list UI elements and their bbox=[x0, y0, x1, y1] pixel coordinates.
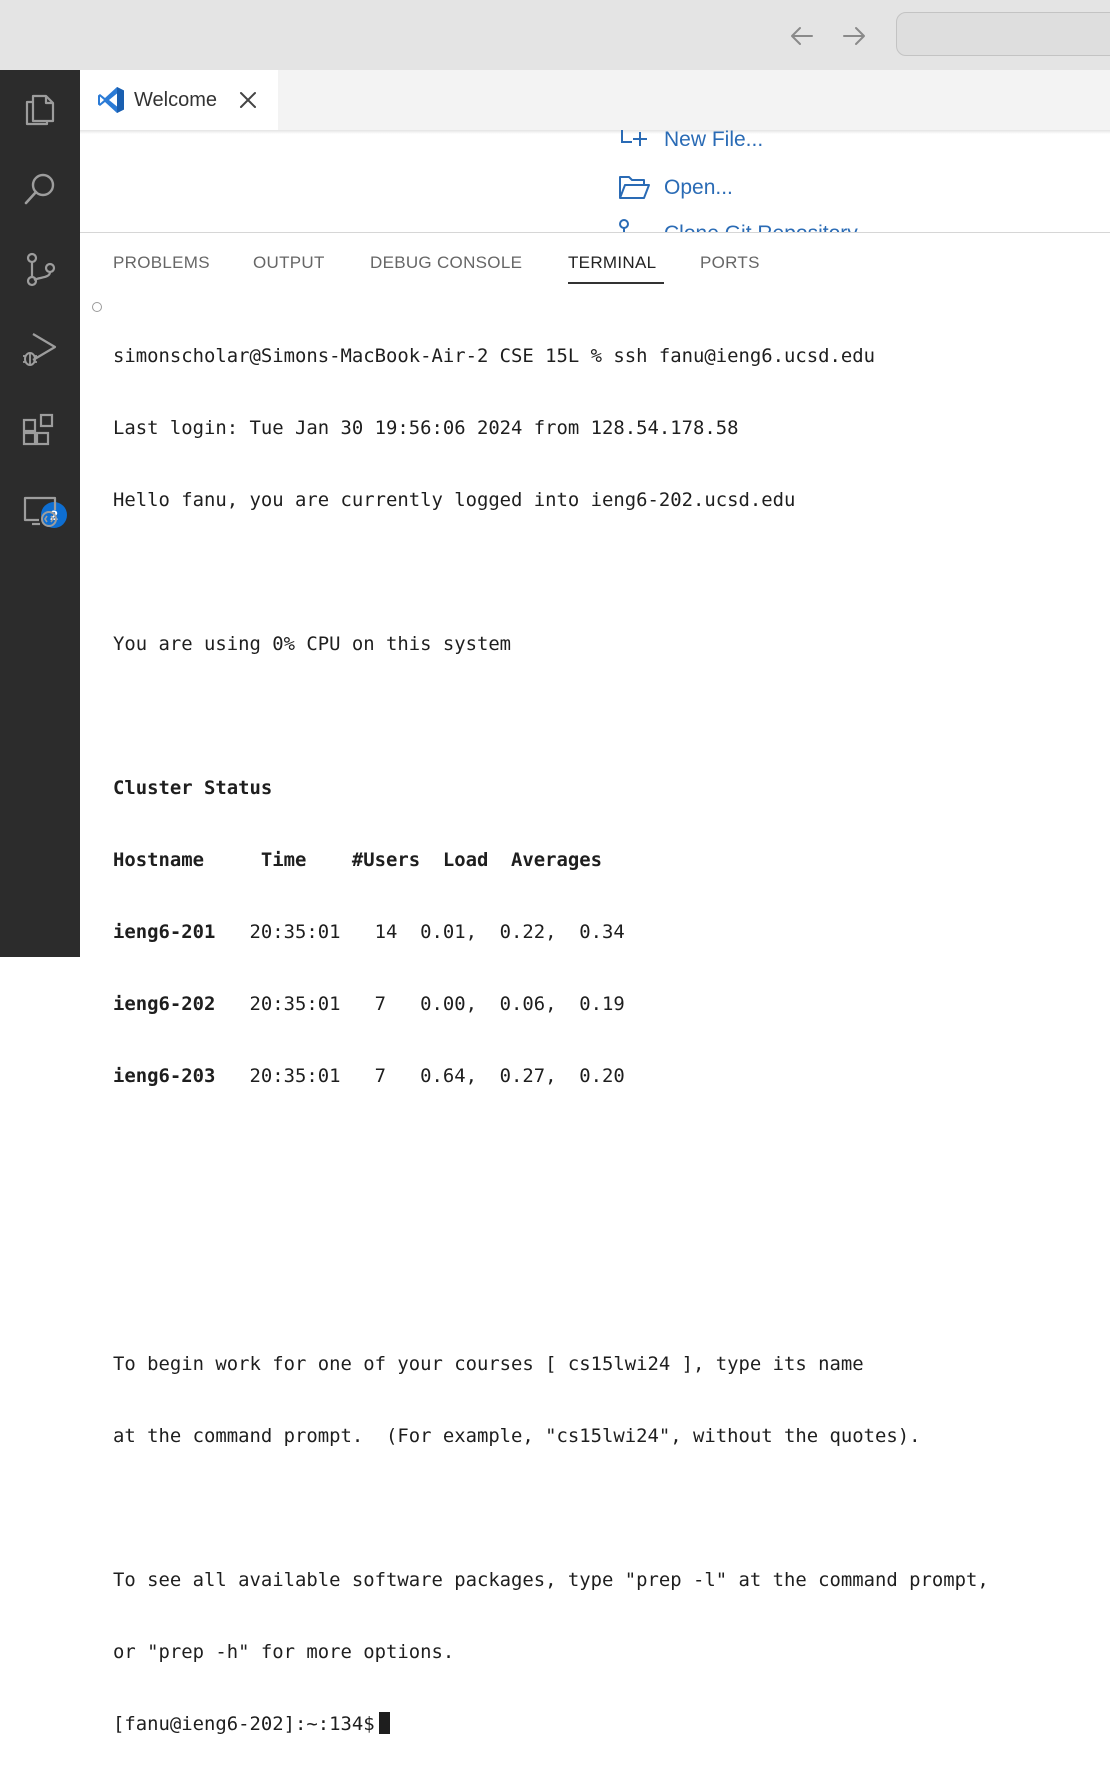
clone-repo-link[interactable]: Clone Git Repository... bbox=[618, 218, 874, 232]
terminal-line: or "prep -h" for more options. bbox=[113, 1641, 455, 1663]
terminal-blank bbox=[113, 1280, 989, 1304]
open-link[interactable]: Open... bbox=[618, 172, 733, 204]
tab-title: Welcome bbox=[134, 88, 217, 111]
arrow-right-icon[interactable] bbox=[838, 20, 870, 52]
files-icon[interactable] bbox=[15, 84, 65, 134]
cluster-host: ieng6-203 bbox=[113, 1065, 216, 1087]
cluster-values: 20:35:01 7 0.64, 0.27, 0.20 bbox=[215, 1065, 625, 1087]
editor-tab-bar: Welcome bbox=[80, 70, 1110, 130]
cluster-header: Hostname Time #Users Load Averages bbox=[113, 849, 603, 871]
terminal-line: Cluster Status bbox=[113, 776, 989, 800]
tab-output[interactable]: OUTPUT bbox=[253, 253, 325, 273]
tab-debug-console[interactable]: DEBUG CONSOLE bbox=[370, 253, 522, 273]
tab-welcome[interactable]: Welcome bbox=[80, 70, 278, 130]
tab-ports[interactable]: PORTS bbox=[700, 253, 760, 273]
cluster-row: ieng6-201 20:35:01 14 0.01, 0.22, 0.34 bbox=[113, 920, 989, 944]
cluster-row: ieng6-202 20:35:01 7 0.00, 0.06, 0.19 bbox=[113, 992, 989, 1016]
cluster-row: ieng6-203 20:35:01 7 0.64, 0.27, 0.20 bbox=[113, 1064, 989, 1088]
vscode-icon bbox=[98, 87, 124, 113]
terminal-line: You are using 0% CPU on this system bbox=[113, 633, 512, 655]
scroll-shadow bbox=[80, 130, 1110, 134]
active-tab-indicator bbox=[568, 282, 664, 284]
cluster-values: 20:35:01 7 0.00, 0.06, 0.19 bbox=[215, 993, 625, 1015]
clone-label: Clone Git Repository... bbox=[664, 222, 874, 232]
terminal-line: To begin work for one of your courses [ … bbox=[113, 1353, 864, 1375]
terminal-line: Last login: Tue Jan 30 19:56:06 2024 fro… bbox=[113, 417, 739, 439]
terminal-line: simonscholar@Simons-MacBook-Air-2 CSE 15… bbox=[113, 345, 875, 367]
search-icon[interactable] bbox=[15, 164, 65, 214]
cluster-host: ieng6-202 bbox=[113, 993, 216, 1015]
terminal-prompt: [fanu@ieng6-202]:~:134$ bbox=[113, 1713, 375, 1735]
terminal-blank bbox=[113, 704, 989, 728]
activity-bar: 2 bbox=[0, 70, 80, 957]
terminal-output[interactable]: simonscholar@Simons-MacBook-Air-2 CSE 15… bbox=[113, 296, 989, 1784]
source-control-icon[interactable] bbox=[15, 244, 65, 294]
cluster-host: ieng6-201 bbox=[113, 921, 216, 943]
tab-problems[interactable]: PROBLEMS bbox=[113, 253, 210, 273]
close-icon[interactable] bbox=[237, 89, 259, 111]
folder-open-icon bbox=[619, 176, 650, 199]
terminal-line: Hostname Time #Users Load Averages bbox=[113, 848, 989, 872]
terminal-blank bbox=[113, 560, 989, 584]
new-file-icon bbox=[621, 130, 647, 146]
terminal-blank bbox=[113, 1136, 989, 1160]
terminal-line: Hello fanu, you are currently logged int… bbox=[113, 489, 796, 511]
window-titlebar bbox=[0, 0, 1110, 70]
terminal-line: at the command prompt. (For example, "cs… bbox=[113, 1425, 921, 1447]
terminal-prompt-line: [fanu@ieng6-202]:~:134$ bbox=[113, 1712, 989, 1736]
new-file-link[interactable]: New File... bbox=[618, 130, 763, 156]
cluster-values: 20:35:01 14 0.01, 0.22, 0.34 bbox=[215, 921, 625, 943]
terminal-blank bbox=[113, 1496, 989, 1520]
cluster-title: Cluster Status bbox=[113, 777, 273, 799]
remote-explorer-icon[interactable] bbox=[15, 486, 65, 536]
terminal-line: To see all available software packages, … bbox=[113, 1569, 989, 1591]
welcome-page: New File... Open... Clone Git Repository… bbox=[80, 130, 1110, 233]
arrow-left-icon[interactable] bbox=[786, 20, 818, 52]
tab-terminal[interactable]: TERMINAL bbox=[568, 253, 656, 273]
extensions-icon[interactable] bbox=[15, 406, 65, 456]
command-center-search[interactable] bbox=[896, 12, 1110, 56]
open-label: Open... bbox=[664, 176, 733, 199]
command-status-circle-icon bbox=[92, 302, 102, 312]
terminal-blank bbox=[113, 1208, 989, 1232]
new-file-label: New File... bbox=[664, 130, 764, 151]
terminal-cursor bbox=[378, 1712, 390, 1734]
bottom-panel: PROBLEMS OUTPUT DEBUG CONSOLE TERMINAL P… bbox=[80, 233, 1110, 1735]
git-clone-icon bbox=[619, 219, 629, 232]
run-debug-icon[interactable] bbox=[15, 324, 65, 374]
